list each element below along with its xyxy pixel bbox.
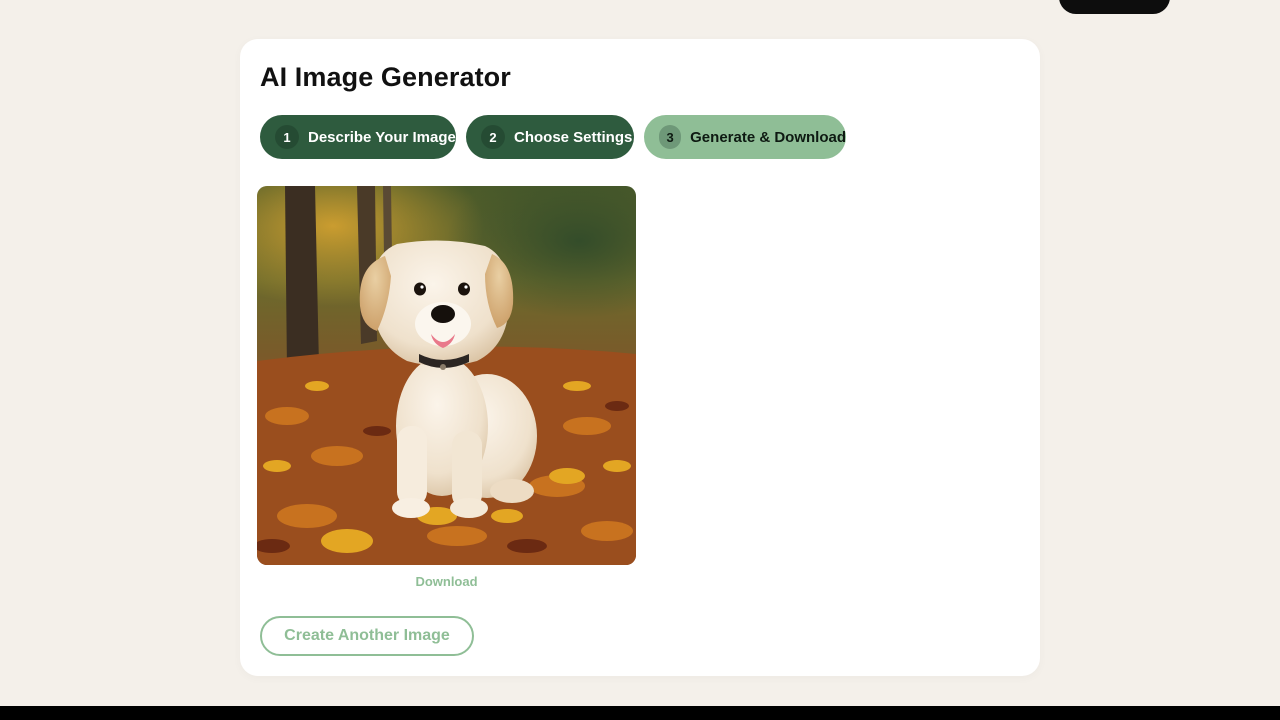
page-title: AI Image Generator — [260, 62, 511, 92]
footer-bar — [0, 706, 1280, 720]
step-describe-image[interactable]: 1 Describe Your Image — [260, 115, 456, 159]
generator-card: AI Image Generator 1 Describe Your Image… — [240, 39, 1040, 676]
step-label: Choose Settings — [514, 128, 633, 146]
step-number: 3 — [659, 125, 682, 149]
step-label: Generate & Download — [690, 128, 846, 146]
step-choose-settings[interactable]: 2 Choose Settings — [466, 115, 634, 159]
step-generate-download[interactable]: 3 Generate & Download — [644, 115, 846, 159]
download-link[interactable]: Download — [257, 574, 636, 589]
step-label: Describe Your Image — [308, 128, 456, 146]
step-number: 1 — [275, 125, 299, 149]
generated-image — [257, 186, 636, 565]
create-another-image-button[interactable]: Create Another Image — [260, 616, 474, 656]
step-number: 2 — [481, 125, 505, 149]
header-action-button[interactable] — [1059, 0, 1170, 14]
